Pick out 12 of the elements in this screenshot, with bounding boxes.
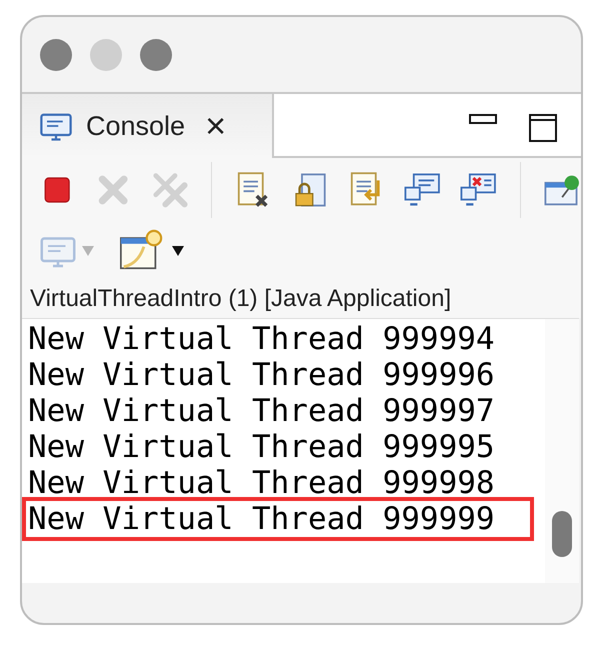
- console-tab[interactable]: Console ×: [22, 94, 272, 158]
- maximize-icon[interactable]: [529, 114, 557, 142]
- console-line: New Virtual Thread 999996: [27, 357, 496, 393]
- console-line: New Virtual Thread 999997: [27, 393, 496, 429]
- console-title: VirtualThreadIntro (1) [Java Application]: [29, 284, 452, 314]
- console-line: New Virtual Thread 999998: [27, 465, 496, 501]
- tab-label: Console: [86, 110, 186, 143]
- close-button[interactable]: ×: [205, 108, 226, 144]
- console-line: New Virtual Thread 999994: [27, 321, 496, 357]
- console-line: New Virtual Thread 999995: [27, 429, 496, 465]
- scrollbar-thumb[interactable]: [552, 511, 572, 557]
- minimize-icon[interactable]: [469, 114, 497, 126]
